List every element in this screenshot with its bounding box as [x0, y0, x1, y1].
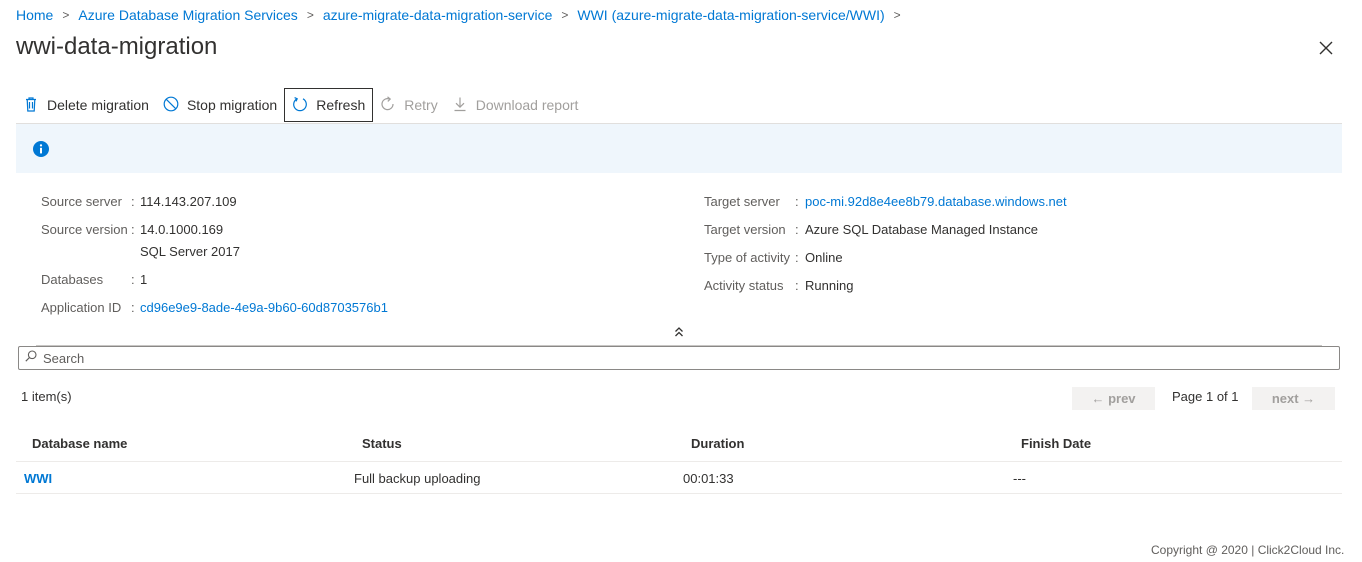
colon: : [795, 194, 799, 209]
breadcrumb-dms[interactable]: Azure Database Migration Services [78, 7, 297, 23]
column-header-status[interactable]: Status [362, 436, 402, 451]
activity-status-label: Activity status [704, 278, 784, 293]
stop-migration-label: Stop migration [186, 97, 278, 113]
target-version-value: Azure SQL Database Managed Instance [805, 222, 1038, 237]
finish-date-cell: --- [1013, 471, 1026, 486]
chevron-right-icon: > [306, 8, 314, 22]
databases-label: Databases [41, 272, 104, 287]
application-id-link[interactable]: cd96e9e9-8ade-4e9a-9b60-60d8703576b1 [140, 297, 388, 325]
prev-page-button[interactable]: ← prev [1072, 387, 1155, 410]
search-icon [19, 349, 43, 367]
colon: : [795, 250, 799, 265]
command-bar: Delete migration Stop migration Refresh … [16, 87, 585, 123]
source-version-product: SQL Server 2017 [140, 244, 240, 259]
column-header-database[interactable]: Database name [32, 436, 127, 451]
footer-copyright: Copyright @ 2020 | Click2Cloud Inc. [1151, 543, 1345, 557]
chevron-right-icon: > [561, 8, 569, 22]
source-version-label: Source version [41, 222, 128, 237]
target-version-label: Target version [704, 222, 786, 237]
download-report-label: Download report [475, 97, 579, 113]
double-chevron-up-icon[interactable] [672, 325, 686, 339]
page-title: wwi-data-migration [16, 33, 218, 60]
status-cell: Full backup uploading [354, 471, 481, 486]
info-banner [16, 124, 1342, 173]
duration-cell: 00:01:33 [683, 471, 734, 486]
database-name-link[interactable]: WWI [24, 471, 52, 486]
colon: : [795, 222, 799, 237]
stop-circle-icon [163, 96, 187, 115]
breadcrumb: Home > Azure Database Migration Services… [16, 6, 910, 24]
next-page-button[interactable]: next → [1252, 387, 1335, 410]
target-server-label: Target server [704, 194, 780, 209]
activity-type-label: Type of activity [704, 250, 790, 265]
column-header-duration[interactable]: Duration [691, 436, 744, 451]
info-icon [33, 141, 49, 157]
chevron-right-icon: > [893, 8, 901, 22]
delete-migration-button[interactable]: Delete migration [16, 88, 156, 122]
download-report-button[interactable]: Download report [445, 88, 586, 122]
activity-status-value: Running [805, 278, 854, 293]
search-box [18, 346, 1340, 370]
activity-type-value: Online [805, 250, 843, 265]
refresh-label: Refresh [316, 97, 366, 113]
colon: : [131, 300, 135, 315]
source-server-value: 114.143.207.109 [140, 194, 237, 209]
colon: : [131, 272, 135, 287]
source-properties: Source server : 114.143.207.109 Source v… [41, 191, 388, 325]
colon: : [131, 194, 135, 209]
colon: : [131, 222, 135, 237]
breadcrumb-service[interactable]: azure-migrate-data-migration-service [323, 7, 553, 23]
source-version-number: 14.0.1000.169 [140, 222, 224, 237]
refresh-icon [292, 96, 316, 115]
retry-label: Retry [404, 97, 438, 113]
chevron-right-icon: > [62, 8, 70, 22]
search-input[interactable] [43, 350, 1323, 366]
target-server-link[interactable]: poc-mi.92d8e4ee8b79.database.windows.net [805, 191, 1067, 219]
application-id-label: Application ID [41, 300, 122, 315]
refresh-button[interactable]: Refresh [284, 88, 374, 122]
breadcrumb-project[interactable]: WWI (azure-migrate-data-migration-servic… [577, 7, 884, 23]
databases-value: 1 [140, 272, 148, 287]
breadcrumb-home[interactable]: Home [16, 7, 53, 23]
close-icon[interactable] [1316, 38, 1336, 58]
table-row[interactable] [16, 462, 1342, 494]
retry-icon [380, 95, 404, 115]
stop-migration-button[interactable]: Stop migration [156, 88, 284, 122]
trash-icon [23, 96, 47, 115]
colon: : [795, 278, 799, 293]
target-properties: Target server : poc-mi.92d8e4ee8b79.data… [704, 191, 1067, 303]
column-header-finish-date[interactable]: Finish Date [1021, 436, 1091, 451]
source-server-label: Source server [41, 194, 122, 209]
delete-migration-label: Delete migration [47, 97, 149, 113]
download-icon [452, 96, 476, 115]
retry-button[interactable]: Retry [373, 88, 444, 122]
item-count: 1 item(s) [21, 389, 72, 404]
source-version-value: 14.0.1000.169 SQL Server 2017 [140, 219, 240, 269]
page-info: Page 1 of 1 [1172, 389, 1239, 404]
